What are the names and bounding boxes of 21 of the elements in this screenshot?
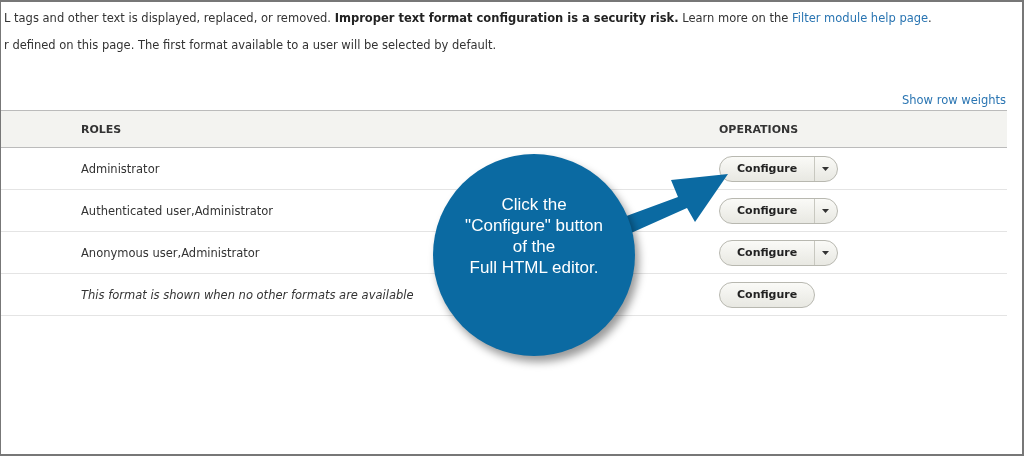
intro-text: r defined on this page. The first format available to a user will be selected by default. <box>3 37 498 53</box>
show-row-weights-link[interactable]: Show row weights <box>901 93 1006 107</box>
configure-button[interactable]: Configure <box>720 156 815 181</box>
split-button[interactable]: Configure <box>719 239 839 266</box>
column-header: OPERATIONS <box>719 122 800 136</box>
callout-text: Click the "Configure" button of the Full HTML editor. <box>465 194 603 278</box>
roles-cell: Administrator <box>81 161 160 176</box>
configure-button[interactable]: Configure <box>719 281 816 308</box>
split-button[interactable]: Configure <box>719 197 839 224</box>
caret-icon <box>822 250 830 255</box>
caret-icon <box>822 166 830 171</box>
roles-cell: Anonymous user,Administrator <box>81 245 260 260</box>
column-header: ROLES <box>80 122 123 136</box>
note-text: This format is shown when no other formats are available <box>81 287 414 302</box>
caret-icon <box>822 208 830 213</box>
intro-text: L tags and other text is displayed, replaced, or removed. Improper text format configuration is a security risk. Learn more on the Filter module help page. <box>3 10 933 26</box>
roles-cell: Authenticated user,Administrator <box>81 203 274 218</box>
configure-button[interactable]: Configure <box>720 240 815 265</box>
configure-button[interactable]: Configure <box>720 198 815 223</box>
help-page-link[interactable]: Filter module help page <box>792 11 929 25</box>
split-button[interactable]: Configure <box>719 155 839 182</box>
